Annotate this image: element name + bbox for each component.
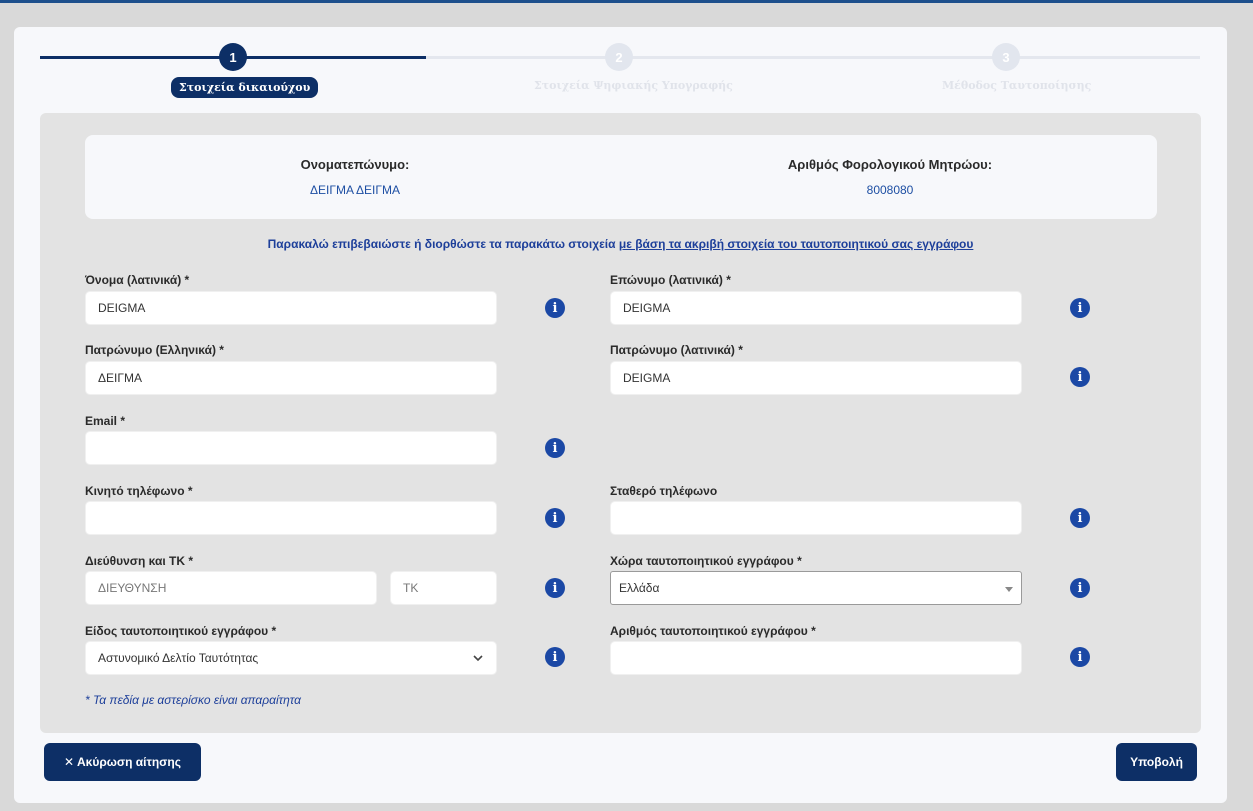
father-name-gr-input[interactable]: ΔΕΙΓΜΑ <box>85 361 497 395</box>
first-name-label: Όνομα (λατινικά) * <box>85 273 190 287</box>
form-panel: Ονοματεπώνυμο: ΔΕΙΓΜΑ ΔΕΙΓΜΑ Αριθμός Φορ… <box>40 113 1201 733</box>
info-icon[interactable]: i <box>545 647 565 667</box>
father-name-gr-label: Πατρώνυμο (Ελληνικά) * <box>85 343 224 357</box>
address-input[interactable]: ΔΙΕΥΘΥΝΣΗ <box>85 571 377 605</box>
doc-country-label: Χώρα ταυτοποιητικού εγγράφου * <box>610 554 802 568</box>
chevron-down-icon <box>472 652 484 667</box>
dropdown-caret-icon <box>1005 587 1013 592</box>
info-icon[interactable]: i <box>1070 578 1090 598</box>
step-3-label: Μέθοδος Ταυτοποίησης <box>942 79 1092 92</box>
info-icon[interactable]: i <box>545 508 565 528</box>
info-icon[interactable]: i <box>1070 298 1090 318</box>
landline-label: Σταθερό τηλέφωνο <box>610 484 718 498</box>
step-3-circle: 3 <box>992 43 1020 71</box>
father-name-lat-label: Πατρώνυμο (λατινικά) * <box>610 343 743 357</box>
afm-value: 8008080 <box>866 183 914 197</box>
step-2-circle: 2 <box>605 43 633 71</box>
mobile-label: Κινητό τηλέφωνο * <box>85 484 193 498</box>
info-icon[interactable]: i <box>545 298 565 318</box>
first-name-input[interactable]: DEIGMA <box>85 291 497 325</box>
required-fields-note: * Τα πεδία με αστερίσκο είναι απαραίτητα <box>85 693 301 707</box>
landline-input[interactable] <box>610 501 1022 535</box>
zip-code-input[interactable]: ΤΚ <box>390 571 497 605</box>
step-1-label[interactable]: Στοιχεία δικαιούχου <box>171 77 319 98</box>
doc-number-label: Αριθμός ταυτοποιητικού εγγράφου * <box>610 624 816 638</box>
stepper-track-inactive <box>426 56 1200 59</box>
beneficiary-summary: Ονοματεπώνυμο: ΔΕΙΓΜΑ ΔΕΙΓΜΑ Αριθμός Φορ… <box>85 135 1157 219</box>
doc-type-value: Αστυνομικό Δελτίο Ταυτότητας <box>98 651 259 665</box>
last-name-input[interactable]: DEIGMA <box>610 291 1022 325</box>
father-name-lat-input[interactable]: DEIGMA <box>610 361 1022 395</box>
verify-notice-text: Παρακαλώ επιβεβαιώστε ή διορθώστε τα παρ… <box>267 237 619 251</box>
verify-notice-link[interactable]: με βάση τα ακριβή στοιχεία του ταυτοποιη… <box>619 237 974 251</box>
top-accent-line <box>0 0 1253 3</box>
email-label: Email * <box>85 414 126 428</box>
mobile-input[interactable] <box>85 501 497 535</box>
fullname-label: Ονοματεπώνυμο: <box>300 157 410 172</box>
step-1-circle[interactable]: 1 <box>219 43 247 71</box>
verify-notice: Παρακαλώ επιβεβαιώστε ή διορθώστε τα παρ… <box>40 237 1201 251</box>
doc-type-label: Είδος ταυτοποιητικού εγγράφου * <box>85 624 277 638</box>
info-icon[interactable]: i <box>1070 647 1090 667</box>
info-icon[interactable]: i <box>545 438 565 458</box>
afm-label: Αριθμός Φορολογικού Μητρώου: <box>787 157 993 172</box>
doc-number-input[interactable] <box>610 641 1022 675</box>
submit-button[interactable]: Υποβολή <box>1116 743 1197 781</box>
info-icon[interactable]: i <box>1070 508 1090 528</box>
info-icon[interactable]: i <box>545 578 565 598</box>
cancel-application-button[interactable]: ✕ Ακύρωση αίτησης <box>44 743 201 781</box>
doc-country-value: Ελλάδα <box>619 581 660 595</box>
step-2-label: Στοιχεία Ψηφιακής Υπογραφής <box>534 79 733 92</box>
doc-country-select[interactable]: Ελλάδα <box>610 571 1022 605</box>
info-icon[interactable]: i <box>1070 367 1090 387</box>
application-card: 1 Στοιχεία δικαιούχου 2 Στοιχεία Ψηφιακή… <box>14 27 1227 803</box>
email-input[interactable] <box>85 431 497 465</box>
doc-type-select[interactable]: Αστυνομικό Δελτίο Ταυτότητας <box>85 641 497 675</box>
fullname-value: ΔΕΙΓΜΑ ΔΕΙΓΜΑ <box>310 183 400 197</box>
last-name-label: Επώνυμο (λατινικά) * <box>610 273 731 287</box>
address-label: Διεύθυνση και ΤΚ * <box>85 554 193 568</box>
